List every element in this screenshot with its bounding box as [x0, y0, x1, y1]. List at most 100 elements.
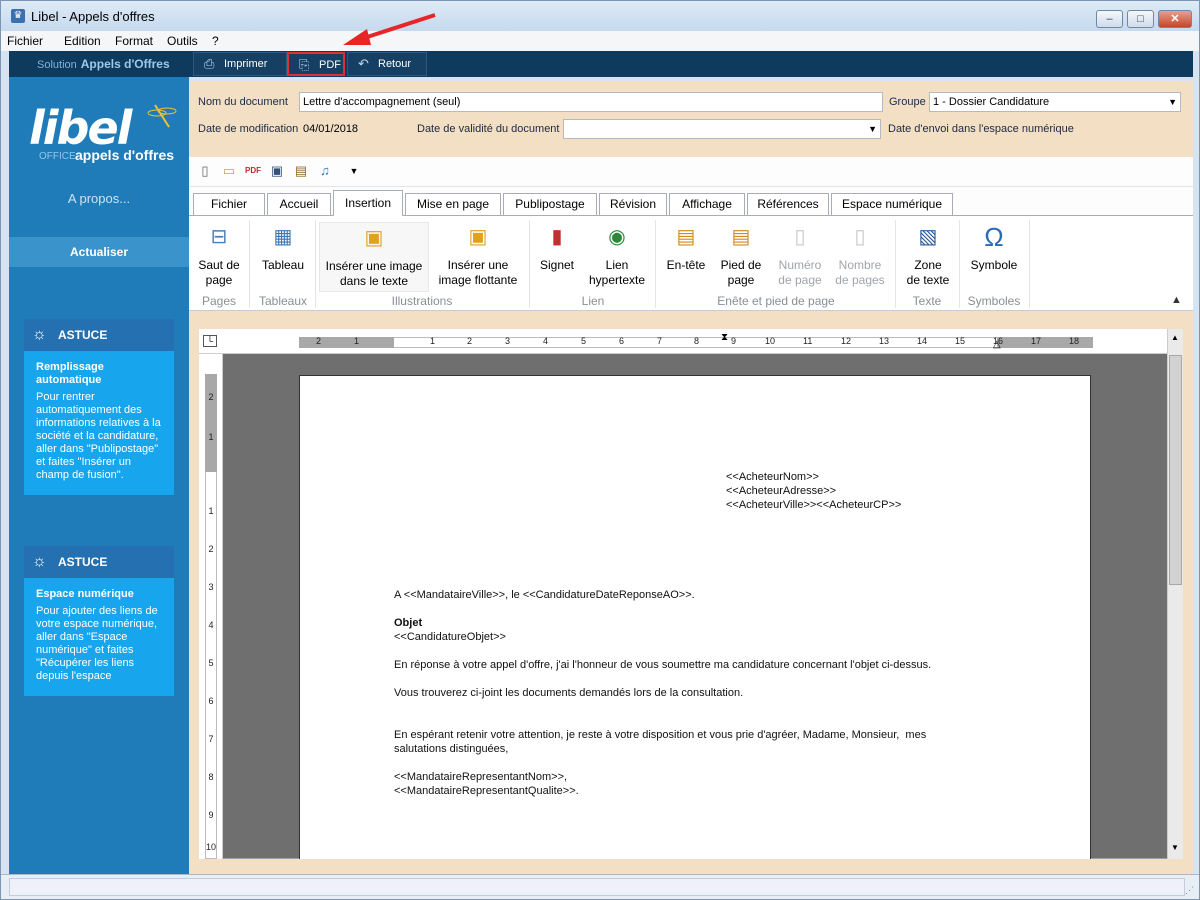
validity-date-input[interactable]: ▼	[563, 119, 881, 139]
document-page[interactable]: <<AcheteurNom>> <<AcheteurAdresse>> <<Ac…	[299, 375, 1091, 859]
paragraph-1: En réponse à votre appel d'offre, j'ai l…	[394, 659, 932, 671]
ruler-number: 13	[879, 336, 890, 346]
ruler-number: 1	[430, 336, 436, 346]
minimize-button[interactable]: –	[1096, 10, 1123, 28]
solution-label: Solution Appels d'Offres	[37, 57, 170, 71]
refresh-button[interactable]: Actualiser	[9, 237, 189, 267]
pdf-button[interactable]: ⎘ PDF	[287, 52, 345, 76]
object-field: <<CandidatureObjet>>	[394, 631, 506, 643]
logo-sub-office: OFFICE	[39, 151, 76, 162]
header-button[interactable]: ▤ En-tête	[663, 222, 709, 273]
tab-publipostage[interactable]: Publipostage	[503, 193, 597, 215]
hyperlink-icon: ◉	[608, 226, 626, 248]
page-break-icon: ⊟	[210, 226, 228, 248]
menu-edition[interactable]: Edition	[64, 34, 101, 48]
group-separator	[895, 220, 896, 308]
close-button[interactable]: ✕	[1158, 10, 1192, 28]
menu-help[interactable]: ?	[212, 34, 219, 48]
tip-body: Pour ajouter des liens de votre espace n…	[36, 605, 158, 682]
page-number-button[interactable]: ▯ Numéro de page	[773, 222, 827, 288]
lightbulb-icon: ☼	[32, 553, 47, 570]
vertical-ruler[interactable]: 2 1 1 2 3 4 5 6 7 8 9 10	[199, 354, 223, 859]
quick-access-toolbar: ▯ ▭ PDF ▣ ▤ ♫ ▼	[189, 157, 1193, 187]
ruler-number: 11	[803, 336, 813, 346]
page-break-button[interactable]: ⊟ Saut de page	[195, 222, 243, 288]
group-separator	[529, 220, 530, 308]
horizontal-ruler[interactable]: └ 2 1 1 2 3 4 5 6 7 8 9 10 11 12 13 14 1…	[199, 329, 1167, 354]
ruler-number: 10	[205, 842, 216, 852]
doc-name-input[interactable]: Lettre d'accompagnement (seul)	[299, 92, 883, 112]
export-pdf-icon[interactable]: PDF	[245, 163, 261, 179]
image-float-icon: ▣	[468, 226, 488, 248]
table-icon: ▦	[273, 226, 293, 248]
about-link[interactable]: A propos...	[9, 191, 189, 206]
hyperlink-button[interactable]: ◉ Lien hypertexte	[585, 222, 649, 288]
chevron-down-icon: ▼	[1168, 97, 1177, 107]
insert-inline-image-button[interactable]: ▣ Insérer une image dans le texte	[319, 222, 429, 292]
tab-stop-selector-icon[interactable]: └	[203, 335, 217, 347]
ruler-number: 8	[208, 772, 214, 782]
back-button[interactable]: ↶ Retour	[347, 52, 427, 76]
buyer-city-field: <<AcheteurVille>><<AcheteurCP>>	[726, 499, 902, 511]
title-bar: ♛ Libel - Appels d'offres – □ ✕	[1, 1, 1199, 31]
paragraph-3-line-1: En espérant retenir votre attention, je …	[394, 729, 927, 741]
scroll-down-icon[interactable]: ▼	[1171, 843, 1179, 852]
representative-name-field: <<MandataireRepresentantNom>>,	[394, 771, 568, 783]
ruler-number: 3	[208, 582, 214, 592]
indent-marker-icon[interactable]: ⧗	[721, 332, 728, 343]
print-button[interactable]: ⎙ Imprimer	[193, 52, 287, 76]
group-label: Groupe	[889, 96, 926, 108]
ribbon-insertion: ⊟ Saut de page ▦ Tableau ▣ Insérer une im…	[189, 215, 1193, 311]
tab-revision[interactable]: Révision	[599, 193, 667, 215]
window-title: Libel - Appels d'offres	[31, 9, 155, 24]
representative-role-field: <<MandataireRepresentantQualite>>.	[394, 785, 579, 797]
menu-outils[interactable]: Outils	[167, 34, 198, 48]
menu-fichier[interactable]: Fichier	[7, 34, 43, 48]
customize-dropdown-icon[interactable]: ▼	[346, 163, 362, 179]
symbol-button[interactable]: Ω Symbole	[967, 222, 1021, 273]
new-document-icon[interactable]: ▯	[197, 163, 213, 179]
red-arrow-annotation	[343, 13, 436, 45]
object-heading: Objet	[394, 617, 423, 629]
main-toolbar: Solution Appels d'Offres ⎙ Imprimer ⎘ PDF…	[9, 51, 1193, 77]
tab-references[interactable]: Références	[747, 193, 829, 215]
ruler-number: 10	[765, 336, 776, 346]
open-folder-icon[interactable]: ▭	[221, 163, 237, 179]
bookmark-button[interactable]: ▮ Signet	[535, 222, 579, 273]
group-select[interactable]: 1 - Dossier Candidature ▼	[929, 92, 1181, 112]
app-window: ♛ Libel - Appels d'offres – □ ✕ Fichier …	[0, 0, 1200, 900]
table-button[interactable]: ▦ Tableau	[255, 222, 311, 273]
tip-card-digital-space: ☼ ASTUCE Espace numérique Pour ajouter de…	[24, 546, 174, 696]
ruler-number: 17	[1031, 336, 1042, 346]
footer-button[interactable]: ▤ Pied de page	[717, 222, 765, 288]
scroll-thumb[interactable]	[1169, 355, 1182, 585]
tab-espace-numerique[interactable]: Espace numérique	[831, 193, 953, 215]
vertical-scrollbar[interactable]: ▲ ▼	[1167, 329, 1183, 859]
resize-grip-icon[interactable]: ⋰	[1185, 885, 1194, 896]
menu-format[interactable]: Format	[115, 34, 153, 48]
tab-insertion[interactable]: Insertion	[333, 190, 403, 216]
tab-accueil[interactable]: Accueil	[267, 193, 331, 215]
insert-floating-image-button[interactable]: ▣ Insérer une image flottante	[433, 222, 523, 288]
menu-bar: Fichier Edition Format Outils ?	[1, 31, 1199, 51]
textbox-button[interactable]: ▧ Zone de texte	[903, 222, 953, 288]
bell-icon[interactable]: ♫	[317, 163, 333, 179]
clipboard-icon[interactable]: ▤	[293, 163, 309, 179]
status-panel	[9, 878, 1185, 896]
collapse-ribbon-icon[interactable]: ▲	[1171, 294, 1182, 306]
save-icon[interactable]: ▣	[269, 163, 285, 179]
buyer-address-field: <<AcheteurAdresse>>	[726, 485, 837, 497]
scroll-up-icon[interactable]: ▲	[1171, 333, 1179, 342]
tab-mise-en-page[interactable]: Mise en page	[405, 193, 501, 215]
group-label-lien: Lien	[581, 294, 605, 308]
group-label-tableaux: Tableaux	[258, 294, 308, 308]
right-indent-marker-icon[interactable]: △	[993, 339, 1001, 350]
maximize-button[interactable]: □	[1127, 10, 1154, 28]
ruler-number: 9	[731, 336, 737, 346]
pdf-icon: ⎘	[299, 57, 310, 72]
tab-affichage[interactable]: Affichage	[669, 193, 745, 215]
ruler-number: 7	[657, 336, 663, 346]
tab-fichier[interactable]: Fichier	[193, 193, 265, 215]
page-count-button[interactable]: ▯ Nombre de pages	[833, 222, 887, 288]
lightbulb-icon: ☼	[32, 326, 47, 343]
